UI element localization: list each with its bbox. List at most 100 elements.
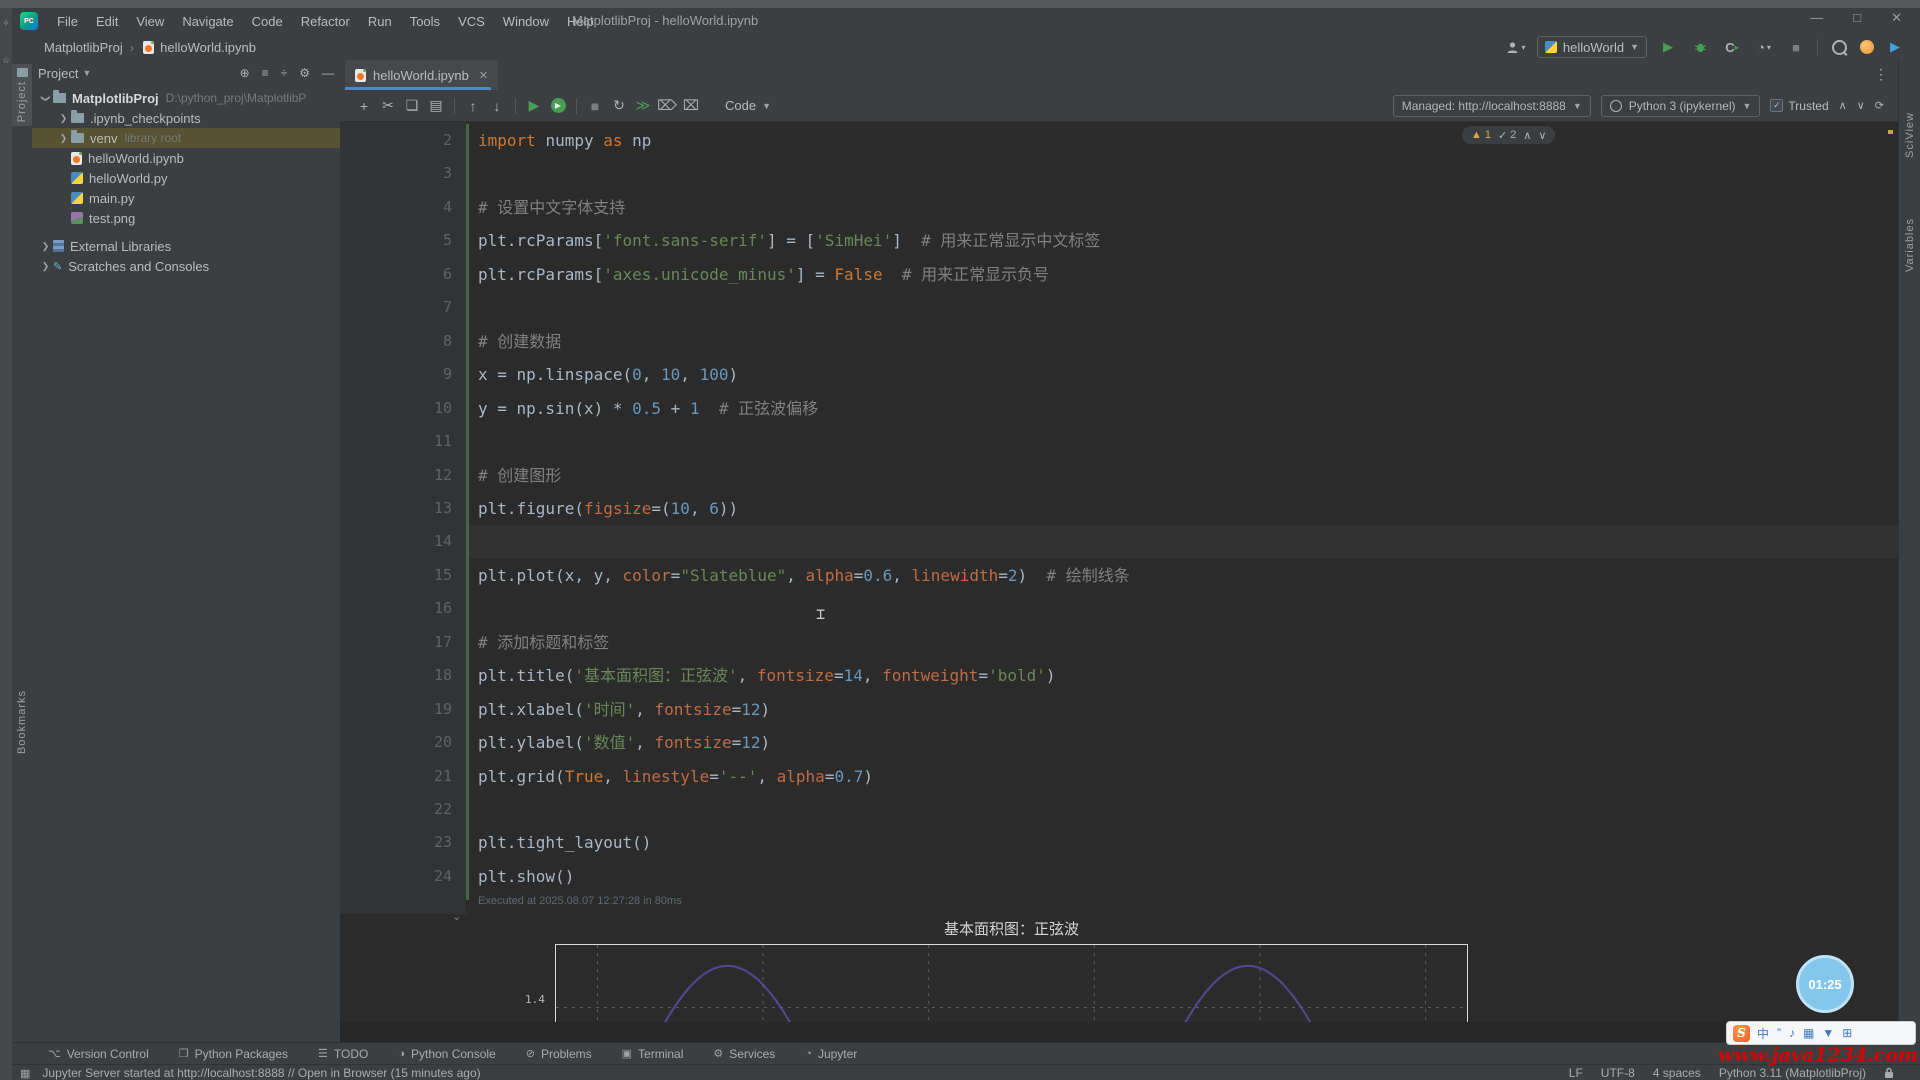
status-4-spaces[interactable]: 4 spaces: [1653, 1066, 1701, 1080]
add-cell-button[interactable]: +: [352, 95, 376, 117]
move-cell-up-button[interactable]: ↑: [461, 95, 485, 117]
code-line-19[interactable]: plt.xlabel('时间', fontsize=12): [478, 693, 770, 726]
profiler-button[interactable]: ◔▾: [1753, 37, 1775, 57]
status-lf[interactable]: LF: [1569, 1066, 1583, 1080]
ime-chinese-mode-icon[interactable]: 中: [1757, 1025, 1769, 1042]
run-cell-button[interactable]: ▶: [522, 95, 546, 117]
ime-voice-icon[interactable]: ♪: [1789, 1026, 1795, 1040]
code-line-23[interactable]: plt.tight_layout(): [478, 826, 651, 859]
stripe-tab-variables[interactable]: Variables: [1904, 218, 1916, 272]
code-line-8[interactable]: # 创建数据: [478, 325, 561, 358]
inspections-widget[interactable]: ▲1 ✓2 ∧ ∨: [1462, 126, 1555, 144]
restart-kernel-button[interactable]: ↻: [607, 95, 631, 117]
menu-tools[interactable]: Tools: [401, 11, 449, 32]
run-all-below-button[interactable]: ≫: [631, 95, 655, 117]
toolwindow-jupyter[interactable]: ◔Jupyter: [805, 1047, 857, 1061]
ime-toolbox-icon[interactable]: ⊞: [1842, 1026, 1852, 1040]
menu-file[interactable]: File: [48, 11, 87, 32]
tree-item-scratches-and-consoles[interactable]: ❯✎Scratches and Consoles: [32, 256, 340, 276]
tree-item-external-libraries[interactable]: ❯External Libraries: [32, 236, 340, 256]
status-utf-8[interactable]: UTF-8: [1601, 1066, 1635, 1080]
chevron-collapsed-icon[interactable]: ❯: [58, 113, 69, 124]
breadcrumb-file[interactable]: helloWorld.ipynb: [160, 40, 256, 55]
ime-punctuation-icon[interactable]: ”: [1777, 1026, 1781, 1040]
code-line-5[interactable]: plt.rcParams['font.sans-serif'] = ['SimH…: [478, 224, 1100, 257]
copy-cell-button[interactable]: ❏: [400, 95, 424, 117]
interrupt-kernel-button[interactable]: ■: [583, 95, 607, 117]
chevron-collapsed-icon[interactable]: ❯: [40, 261, 51, 272]
clear-outputs-button[interactable]: ⌦: [655, 95, 679, 117]
chevron-collapsed-icon[interactable]: ❯: [58, 133, 69, 144]
paste-cell-button[interactable]: ▤: [424, 95, 448, 117]
sogou-logo-icon[interactable]: S: [1733, 1025, 1750, 1042]
minimize-button[interactable]: —: [1810, 10, 1823, 26]
tree-item-ipynb-checkpoints[interactable]: ❯.ipynb_checkpoints: [32, 108, 340, 128]
project-stripe-tab[interactable]: Project: [12, 64, 32, 126]
expand-all-icon[interactable]: ≡: [262, 66, 269, 80]
code-line-17[interactable]: # 添加标题和标签: [478, 626, 609, 659]
code-line-24[interactable]: plt.show(): [478, 860, 574, 893]
next-problem-icon[interactable]: ∨: [1538, 129, 1546, 142]
status-python-3-11-matplotlibproj[interactable]: Python 3.11 (MatplotlibProj): [1719, 1066, 1866, 1080]
toolwindow-services[interactable]: ⚙Services: [713, 1047, 775, 1061]
tab-options-icon[interactable]: ⋮: [1874, 66, 1888, 83]
previous-problem-icon[interactable]: ∧: [1523, 129, 1531, 142]
code-line-6[interactable]: plt.rcParams['axes.unicode_minus'] = Fal…: [478, 258, 1049, 291]
chevron-expanded-icon[interactable]: ❯: [40, 93, 51, 104]
breadcrumb-project[interactable]: MatplotlibProj: [44, 40, 123, 55]
stripe-tab-sciview[interactable]: SciView: [1904, 112, 1916, 158]
ime-keyboard-icon[interactable]: ▦: [1803, 1026, 1814, 1040]
code-line-12[interactable]: # 创建图形: [478, 459, 561, 492]
output-collapse-icon[interactable]: ⌄: [452, 910, 461, 923]
code-line-15[interactable]: plt.plot(x, y, color="Slateblue", alpha=…: [478, 559, 1130, 592]
code-line-13[interactable]: plt.figure(figsize=(10, 6)): [478, 492, 738, 525]
toolwindow-switcher-icon[interactable]: ▦: [20, 1067, 30, 1080]
close-button[interactable]: ✕: [1891, 10, 1902, 26]
search-everywhere-button[interactable]: [1828, 37, 1850, 57]
run-configuration-select[interactable]: helloWorld ▼: [1537, 36, 1647, 58]
code-with-me-icon[interactable]: [1860, 40, 1874, 54]
stop-button[interactable]: ■: [1785, 37, 1807, 57]
toolwindow-terminal[interactable]: ▣Terminal: [622, 1047, 684, 1061]
code-line-9[interactable]: x = np.linspace(0, 10, 100): [478, 358, 738, 391]
settings-gear-icon[interactable]: ⚙: [299, 66, 310, 80]
user-account-icon[interactable]: ▾: [1505, 37, 1527, 57]
chevron-collapsed-icon[interactable]: ❯: [40, 241, 51, 252]
menu-refactor[interactable]: Refactor: [292, 11, 359, 32]
locate-file-icon[interactable]: ⊕: [240, 66, 250, 80]
menu-window[interactable]: Window: [494, 11, 558, 32]
run-with-coverage-button[interactable]: C▸: [1721, 37, 1743, 57]
previous-cell-button[interactable]: ∧: [1839, 99, 1847, 112]
menu-navigate[interactable]: Navigate: [173, 11, 242, 32]
code-line-18[interactable]: plt.title('基本面积图：正弦波', fontsize=14, font…: [478, 659, 1056, 692]
menu-vcs[interactable]: VCS: [449, 11, 494, 32]
menu-view[interactable]: View: [127, 11, 173, 32]
code-line-20[interactable]: plt.ylabel('数值', fontsize=12): [478, 726, 770, 759]
toolwindow-version-control[interactable]: ⌥Version Control: [48, 1047, 149, 1061]
tab-close-icon[interactable]: ✕: [479, 69, 488, 82]
menu-code[interactable]: Code: [243, 11, 292, 32]
run-all-cells-button[interactable]: ▶: [546, 95, 570, 117]
menu-run[interactable]: Run: [359, 11, 401, 32]
debug-button[interactable]: [1689, 37, 1711, 57]
tab-helloworld-ipynb[interactable]: helloWorld.ipynb ✕: [345, 60, 498, 90]
project-panel-title[interactable]: Project: [38, 66, 78, 81]
kernel-select[interactable]: Python 3 (ipykernel) ▼: [1601, 95, 1761, 117]
collapse-all-icon[interactable]: ÷: [281, 66, 288, 80]
ime-skin-icon[interactable]: ▼: [1822, 1026, 1834, 1040]
bookmarks-stripe-tab[interactable]: Bookmarks: [16, 690, 28, 754]
toolwindow-todo[interactable]: ☰TODO: [318, 1047, 368, 1061]
jupyter-server-select[interactable]: Managed: http://localhost:8888 ▼: [1393, 95, 1591, 117]
code-line-2[interactable]: import numpy as np: [478, 124, 651, 157]
ide-services-play-icon[interactable]: ▶: [1884, 37, 1906, 57]
cell-type-select[interactable]: Code ▼: [717, 96, 779, 115]
tree-item-matplotlibproj[interactable]: ❯MatplotlibProjD:\python_proj\Matplotlib…: [32, 88, 340, 108]
cut-cell-button[interactable]: ✂: [376, 95, 400, 117]
maximize-button[interactable]: □: [1853, 10, 1861, 26]
chevron-down-icon[interactable]: ▼: [82, 68, 91, 78]
code-line-21[interactable]: plt.grid(True, linestyle='--', alpha=0.7…: [478, 760, 873, 793]
run-button[interactable]: ▶: [1657, 37, 1679, 57]
toolwindow-problems[interactable]: ⊘Problems: [526, 1047, 592, 1061]
tree-item-main-py[interactable]: main.py: [32, 188, 340, 208]
trusted-checkbox[interactable]: ✓ Trusted: [1770, 99, 1828, 113]
